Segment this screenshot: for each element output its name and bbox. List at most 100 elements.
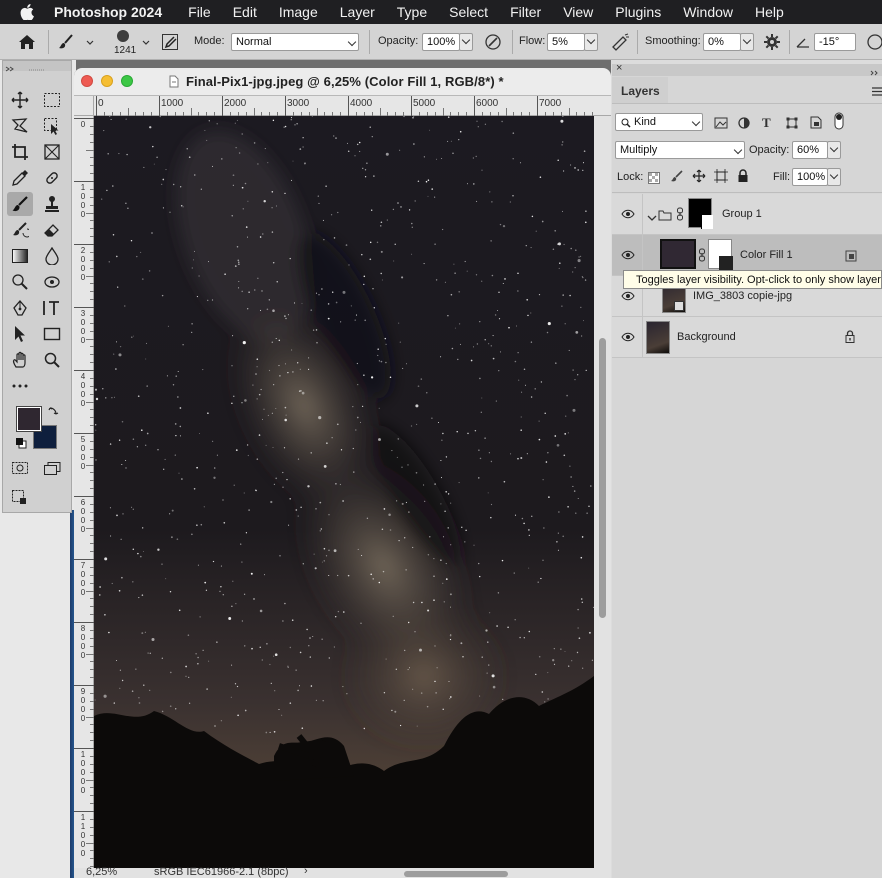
- menu-plugins[interactable]: Plugins: [615, 4, 661, 20]
- brush-tip-preview-icon[interactable]: [111, 26, 135, 46]
- menu-edit[interactable]: Edit: [233, 4, 257, 20]
- image-canvas[interactable]: [94, 116, 594, 868]
- layer-filter-kind-dropdown[interactable]: Kind: [615, 113, 703, 131]
- tab-layers[interactable]: Layers: [612, 77, 668, 103]
- gradient-tool-icon[interactable]: [7, 244, 33, 268]
- menu-image[interactable]: Image: [279, 4, 318, 20]
- smoothing-dropdown-button[interactable]: [740, 33, 754, 51]
- layer-row-group-1[interactable]: Group 1: [612, 194, 882, 235]
- screen-mode-icon[interactable]: [39, 456, 65, 480]
- more-tools-icon[interactable]: [7, 374, 33, 398]
- edit-toolbar-icon[interactable]: [7, 485, 33, 509]
- vertical-scroll-thumb[interactable]: [599, 338, 606, 618]
- minimize-window-button[interactable]: [101, 75, 113, 87]
- eye-visibility-icon[interactable]: [621, 209, 635, 219]
- menu-file[interactable]: File: [188, 4, 211, 20]
- eyedropper-tool-icon[interactable]: [7, 166, 33, 190]
- blur-tool-icon[interactable]: [39, 244, 65, 268]
- layers-panel-menu-icon[interactable]: [872, 83, 882, 101]
- tools-panel-header[interactable]: [3, 61, 71, 72]
- mask-link-icon[interactable]: [676, 207, 684, 226]
- expand-group-chevron-icon[interactable]: [647, 209, 657, 227]
- eye-visibility-icon[interactable]: [621, 250, 635, 260]
- group-mask-thumbnail[interactable]: [688, 198, 713, 229]
- smoothing-input[interactable]: 0%: [703, 33, 741, 51]
- apple-logo-icon[interactable]: [20, 4, 38, 20]
- menu-layer[interactable]: Layer: [340, 4, 375, 20]
- maximize-window-button[interactable]: [121, 75, 133, 87]
- lasso-tool-icon[interactable]: [7, 114, 33, 138]
- close-window-button[interactable]: [81, 75, 93, 87]
- mask-link-icon[interactable]: [698, 248, 706, 267]
- filter-shape-layers-icon[interactable]: [786, 116, 798, 134]
- color-fill-thumbnail[interactable]: [660, 239, 696, 269]
- lock-transparent-pixels-icon[interactable]: [648, 171, 660, 189]
- menu-help[interactable]: Help: [755, 4, 784, 20]
- lock-icon[interactable]: [845, 330, 855, 348]
- lock-position-icon[interactable]: [692, 169, 706, 188]
- layer-name[interactable]: Group 1: [722, 208, 762, 220]
- filter-smart-objects-icon[interactable]: [810, 116, 822, 134]
- filter-pixel-layers-icon[interactable]: [714, 116, 728, 134]
- layers-panel-header-strip[interactable]: ×: [612, 62, 882, 76]
- home-icon[interactable]: [16, 32, 38, 52]
- clone-stamp-tool-icon[interactable]: [39, 192, 65, 216]
- eye-visibility-icon[interactable]: [621, 332, 635, 342]
- smudge-tool-icon[interactable]: [39, 270, 65, 294]
- zoom-tool-icon[interactable]: [39, 348, 65, 372]
- rectangle-tool-icon[interactable]: [39, 322, 65, 346]
- brush-settings-panel-icon[interactable]: [160, 32, 180, 52]
- menu-window[interactable]: Window: [683, 4, 733, 20]
- document-title-bar[interactable]: Final-Pix1-jpg.jpeg @ 6,25% (Color Fill …: [74, 68, 611, 96]
- filter-toggle-switch[interactable]: [834, 112, 844, 135]
- horizontal-ruler[interactable]: 0 1000 2000 3000 4000 5000 6000 7000: [94, 96, 611, 116]
- brush-size-chevron-icon[interactable]: [140, 38, 152, 48]
- layer-name[interactable]: Background: [677, 331, 736, 343]
- layer-opacity-dropdown-button[interactable]: [827, 141, 841, 159]
- hand-tool-icon[interactable]: [7, 348, 33, 372]
- smoothing-settings-gear-icon[interactable]: [762, 32, 782, 52]
- menu-type[interactable]: Type: [397, 4, 427, 20]
- filter-type-layers-icon[interactable]: T: [762, 115, 771, 131]
- zoom-level[interactable]: 6,25%: [86, 866, 117, 878]
- layer-opacity-input[interactable]: 60%: [792, 141, 828, 159]
- quick-mask-icon[interactable]: [7, 456, 33, 480]
- marquee-tool-icon[interactable]: [39, 88, 65, 112]
- vertical-ruler[interactable]: 0 1000 2000 3000 4000 5000 6000 7000 8000 9000 100…: [74, 116, 94, 878]
- layer-mask-thumbnail[interactable]: [708, 239, 733, 270]
- swap-colors-icon[interactable]: [47, 403, 61, 417]
- pen-tool-icon[interactable]: [7, 296, 33, 320]
- brush-preset-chevron-icon[interactable]: [84, 38, 96, 48]
- default-colors-icon[interactable]: [15, 437, 27, 449]
- brush-angle-input[interactable]: -15°: [814, 33, 856, 51]
- foreground-color-swatch[interactable]: [16, 406, 42, 432]
- layer-fill-input[interactable]: 100%: [792, 168, 828, 186]
- blend-mode-dropdown[interactable]: Multiply: [615, 141, 745, 159]
- crop-tool-icon[interactable]: [7, 140, 33, 164]
- layer-name[interactable]: IMG_3803 copie-jpg: [693, 290, 792, 302]
- mode-dropdown[interactable]: Normal: [231, 33, 359, 51]
- collapse-panel-icon[interactable]: [870, 64, 880, 82]
- lock-all-icon[interactable]: [737, 169, 749, 188]
- dodge-tool-icon[interactable]: [7, 270, 33, 294]
- brush-tool-icon[interactable]: [7, 192, 33, 216]
- ruler-origin[interactable]: [74, 96, 94, 116]
- object-selection-tool-icon[interactable]: [39, 114, 65, 138]
- eye-visibility-icon[interactable]: [621, 291, 635, 301]
- opacity-dropdown-button[interactable]: [459, 33, 473, 51]
- layer-name[interactable]: Color Fill 1: [740, 249, 793, 261]
- frame-tool-icon[interactable]: [39, 140, 65, 164]
- app-name-menu[interactable]: Photoshop 2024: [54, 4, 162, 20]
- history-brush-tool-icon[interactable]: [7, 218, 33, 242]
- layer-row-background[interactable]: Background: [612, 317, 882, 358]
- filter-adjustment-layers-icon[interactable]: [738, 116, 750, 134]
- close-panel-icon[interactable]: ×: [616, 62, 622, 74]
- flow-input[interactable]: 5%: [547, 33, 585, 51]
- menu-filter[interactable]: Filter: [510, 4, 541, 20]
- flow-dropdown-button[interactable]: [584, 33, 598, 51]
- background-thumbnail[interactable]: [646, 321, 670, 354]
- eraser-tool-icon[interactable]: [39, 218, 65, 242]
- path-selection-tool-icon[interactable]: [7, 322, 33, 346]
- type-tool-icon[interactable]: [39, 296, 65, 320]
- airbrush-icon[interactable]: [608, 32, 632, 52]
